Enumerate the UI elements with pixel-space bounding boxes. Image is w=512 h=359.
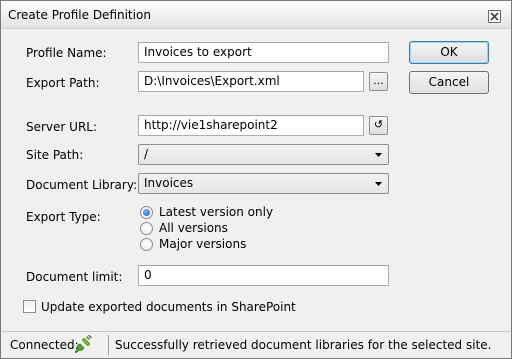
close-icon [490,12,499,21]
radio-button-selected[interactable] [140,205,153,219]
site-path-dropdown[interactable]: / [138,144,389,165]
radio-major-versions[interactable]: Major versions [140,237,246,251]
window-title: Create Profile Definition [8,8,151,22]
site-path-value: / [144,147,149,161]
document-limit-label: Document limit: [26,270,123,284]
document-library-dropdown[interactable]: Invoices [138,173,389,194]
server-url-input[interactable]: http://vie1sharepoint2 [138,115,364,136]
chevron-down-icon [375,182,382,186]
status-bar: Connected: Successfully retrieved docume… [2,331,510,357]
export-type-label: Export Type: [26,210,101,224]
document-library-label: Document Library: [26,178,138,192]
connected-label: Connected: [10,338,79,352]
profile-name-label: Profile Name: [26,46,107,60]
document-library-value: Invoices [144,176,194,190]
chevron-down-icon [375,153,382,157]
server-url-label: Server URL: [26,120,98,134]
radio-button[interactable] [140,237,153,251]
update-documents-checkbox[interactable] [23,300,36,313]
refresh-button[interactable]: ↺ [369,116,388,135]
radio-label: Major versions [159,237,247,251]
radio-button[interactable] [140,221,153,235]
profile-name-input[interactable]: Invoices to export [138,42,389,63]
export-path-input[interactable]: D:\Invoices\Export.xml [138,71,364,92]
update-documents-label: Update exported documents in SharePoint [41,300,296,314]
radio-label: All versions [159,221,228,235]
radio-latest-version[interactable]: Latest version only [140,205,273,219]
radio-all-versions[interactable]: All versions [140,221,228,235]
plug-icon [74,335,92,354]
radio-label: Latest version only [159,205,274,219]
ok-button[interactable]: OK [409,41,489,64]
status-separator [108,335,109,355]
document-limit-input[interactable]: 0 [138,265,389,286]
export-path-label: Export Path: [26,76,100,90]
status-message: Successfully retrieved document librarie… [115,338,492,352]
site-path-label: Site Path: [26,148,84,162]
close-button[interactable] [488,10,501,23]
cancel-button[interactable]: Cancel [409,71,489,94]
refresh-icon: ↺ [373,118,384,131]
dialog-window: Create Profile Definition Profile Name: … [0,0,512,359]
browse-button[interactable]: ... [369,72,388,91]
title-bar: Create Profile Definition [1,1,511,29]
